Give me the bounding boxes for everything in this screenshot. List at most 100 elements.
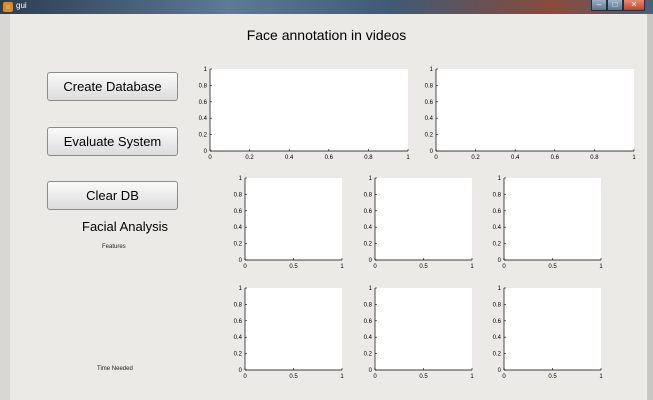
x-tick-label: 0 bbox=[502, 374, 506, 380]
x-tick-label: 0.4 bbox=[511, 155, 520, 161]
x-tick-label: 1 bbox=[599, 374, 603, 380]
evaluate-system-button[interactable]: Evaluate System bbox=[47, 127, 178, 156]
title-bar[interactable]: gui – □ ✕ bbox=[0, 0, 653, 14]
y-tick-label: 0 bbox=[204, 149, 208, 155]
x-tick-label: 0.8 bbox=[590, 155, 599, 161]
axes-5[interactable]: 0 0.5 1 0 0.2 0.4 0.6 0.8 1 bbox=[484, 174, 607, 274]
axes-1[interactable]: 0 0.2 0.4 0.6 0.8 1 0 0.2 0.4 0.6 0.8 1 bbox=[190, 65, 414, 165]
x-tick-label: 0.5 bbox=[289, 374, 298, 380]
axes-background bbox=[436, 69, 634, 151]
x-tick-label: 0 bbox=[243, 264, 247, 270]
y-tick-label: 0.4 bbox=[234, 225, 243, 231]
y-tick-label: 0.6 bbox=[364, 209, 373, 215]
y-tick-label: 1 bbox=[239, 176, 243, 182]
y-tick-label: 0.2 bbox=[234, 242, 243, 248]
axes-background bbox=[504, 178, 601, 260]
y-tick-label: 0 bbox=[369, 258, 373, 264]
app-window: gui – □ ✕ Face annotation in videos Crea… bbox=[0, 0, 653, 400]
y-tick-label: 0.6 bbox=[364, 319, 373, 325]
x-tick-label: 0.5 bbox=[289, 264, 298, 270]
y-tick-label: 0.4 bbox=[364, 225, 373, 231]
y-tick-label: 0.6 bbox=[493, 209, 502, 215]
close-icon: ✕ bbox=[630, 0, 638, 9]
y-tick-label: 0.2 bbox=[234, 352, 243, 358]
y-tick-label: 0.8 bbox=[364, 302, 373, 308]
create-database-button[interactable]: Create Database bbox=[47, 72, 178, 101]
x-tick-label: 1 bbox=[470, 374, 474, 380]
y-tick-label: 0.2 bbox=[364, 242, 373, 248]
x-tick-label: 0.8 bbox=[364, 155, 373, 161]
y-tick-label: 0 bbox=[369, 368, 373, 374]
clear-db-button[interactable]: Clear DB bbox=[47, 181, 178, 210]
x-tick-label: 0 bbox=[373, 264, 377, 270]
y-tick-label: 0.4 bbox=[493, 225, 502, 231]
x-tick-label: 0.6 bbox=[325, 155, 334, 161]
y-tick-label: 1 bbox=[498, 176, 502, 182]
x-tick-label: 0.5 bbox=[419, 374, 428, 380]
minimize-button[interactable]: – bbox=[591, 0, 607, 11]
x-tick-label: 1 bbox=[340, 374, 344, 380]
y-tick-label: 0 bbox=[239, 368, 243, 374]
maximize-icon: □ bbox=[612, 0, 618, 9]
y-tick-label: 1 bbox=[430, 67, 434, 73]
close-button[interactable]: ✕ bbox=[623, 0, 645, 11]
x-tick-label: 0.5 bbox=[548, 264, 557, 270]
x-tick-label: 0 bbox=[373, 374, 377, 380]
y-tick-label: 0.8 bbox=[234, 302, 243, 308]
x-tick-label: 0.4 bbox=[285, 155, 294, 161]
y-tick-label: 0.4 bbox=[364, 335, 373, 341]
y-tick-label: 0.2 bbox=[493, 352, 502, 358]
y-tick-label: 0 bbox=[239, 258, 243, 264]
window-left-border bbox=[0, 14, 10, 400]
axes-background bbox=[245, 178, 342, 260]
axes-2[interactable]: 0 0.2 0.4 0.6 0.8 1 0 0.2 0.4 0.6 0.8 1 bbox=[416, 65, 640, 165]
y-tick-label: 1 bbox=[369, 176, 373, 182]
x-tick-label: 0.2 bbox=[245, 155, 254, 161]
window-right-border bbox=[647, 14, 653, 400]
y-tick-label: 0.2 bbox=[425, 133, 434, 139]
axes-3[interactable]: 0 0.5 1 0 0.2 0.4 0.6 0.8 1 bbox=[225, 174, 348, 274]
x-tick-label: 1 bbox=[632, 155, 636, 161]
y-tick-label: 0.8 bbox=[234, 192, 243, 198]
y-tick-label: 0.8 bbox=[493, 192, 502, 198]
y-tick-label: 0.4 bbox=[493, 335, 502, 341]
y-tick-label: 0 bbox=[498, 368, 502, 374]
y-tick-label: 1 bbox=[239, 286, 243, 292]
x-tick-label: 0.2 bbox=[471, 155, 480, 161]
y-tick-label: 1 bbox=[204, 67, 208, 73]
window-title: gui bbox=[16, 1, 27, 10]
y-tick-label: 0 bbox=[430, 149, 434, 155]
y-tick-label: 0 bbox=[498, 258, 502, 264]
x-tick-label: 0 bbox=[434, 155, 438, 161]
time-needed-label: Time Needed bbox=[97, 366, 133, 372]
y-tick-label: 0.4 bbox=[425, 116, 434, 122]
maximize-button[interactable]: □ bbox=[607, 0, 623, 11]
y-tick-label: 0.8 bbox=[199, 83, 208, 89]
y-tick-label: 0.2 bbox=[199, 133, 208, 139]
axes-background bbox=[245, 288, 342, 370]
y-tick-label: 0.6 bbox=[234, 209, 243, 215]
axes-7[interactable]: 0 0.5 1 0 0.2 0.4 0.6 0.8 1 bbox=[355, 284, 478, 384]
axes-6[interactable]: 0 0.5 1 0 0.2 0.4 0.6 0.8 1 bbox=[225, 284, 348, 384]
y-tick-label: 0.2 bbox=[493, 242, 502, 248]
y-tick-label: 0.4 bbox=[199, 116, 208, 122]
x-tick-label: 0 bbox=[208, 155, 212, 161]
y-tick-label: 0.2 bbox=[364, 352, 373, 358]
y-tick-label: 0.8 bbox=[493, 302, 502, 308]
axes-4[interactable]: 0 0.5 1 0 0.2 0.4 0.6 0.8 1 bbox=[355, 174, 478, 274]
x-tick-label: 1 bbox=[599, 264, 603, 270]
axes-8[interactable]: 0 0.5 1 0 0.2 0.4 0.6 0.8 1 bbox=[484, 284, 607, 384]
y-tick-label: 0.4 bbox=[234, 335, 243, 341]
y-tick-label: 0.6 bbox=[425, 100, 434, 106]
facial-analysis-label: Facial Analysis bbox=[82, 219, 168, 234]
axes-background bbox=[375, 288, 472, 370]
axes-background bbox=[375, 178, 472, 260]
axes-background bbox=[504, 288, 601, 370]
minimize-icon: – bbox=[596, 0, 602, 9]
page-title: Face annotation in videos bbox=[246, 27, 407, 43]
axes-background bbox=[210, 69, 408, 151]
x-tick-label: 1 bbox=[470, 264, 474, 270]
features-label: Features bbox=[102, 244, 126, 250]
x-tick-label: 0 bbox=[502, 264, 506, 270]
x-tick-label: 0 bbox=[243, 374, 247, 380]
